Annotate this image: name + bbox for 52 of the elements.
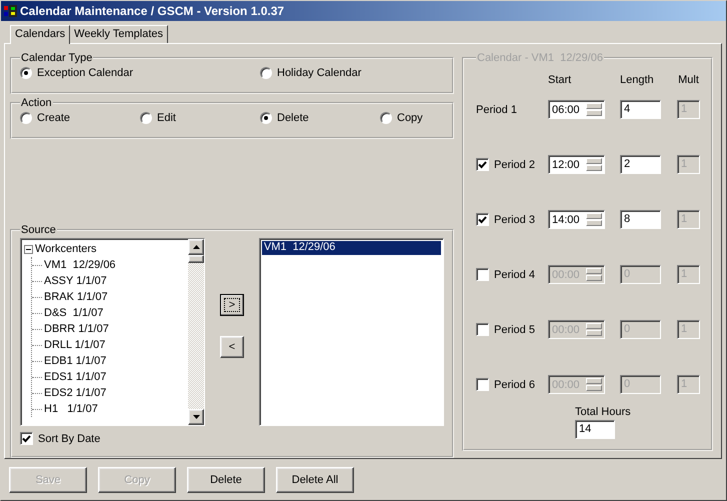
move-button[interactable]: > — [220, 294, 244, 316]
checkbox[interactable] — [20, 432, 33, 445]
window-title: Calendar Maintenance / GSCM - Version 1.0.37 — [20, 4, 284, 18]
action-button[interactable]: Delete All — [276, 466, 354, 492]
app-icon — [4, 5, 18, 17]
total-label: Total Hours — [575, 406, 631, 418]
checkmark-icon — [478, 216, 487, 224]
tree-item[interactable]: EDS1 1/1/07 — [44, 371, 106, 383]
scroll-down-button[interactable] — [188, 409, 204, 425]
checkmark-icon — [22, 434, 31, 442]
column-header: Length — [620, 74, 655, 86]
option-label[interactable]: Holiday Calendar — [277, 67, 362, 79]
option-label[interactable]: Copy — [397, 112, 423, 124]
option-label[interactable]: Exception Calendar — [37, 67, 134, 79]
option-label[interactable]: Edit — [157, 112, 176, 124]
group-label: Action — [20, 97, 53, 109]
up-arrow-icon — [192, 245, 200, 249]
radio-button[interactable] — [20, 112, 32, 124]
checkmark-icon — [478, 160, 487, 168]
collapse-icon[interactable] — [24, 244, 33, 254]
checkbox-label[interactable]: Sort By Date — [38, 432, 100, 444]
tree-item[interactable]: EDB1 1/1/07 — [44, 355, 106, 367]
radio-button[interactable] — [140, 112, 152, 124]
group-label: Calendar Type — [20, 52, 94, 64]
scrollbar[interactable] — [188, 239, 204, 425]
tree-item[interactable]: DBRR 1/1/07 — [44, 323, 109, 335]
tree-item[interactable]: ASSY 1/1/07 — [44, 275, 107, 287]
column-header: Start — [548, 74, 572, 86]
scroll-up-button[interactable] — [188, 239, 204, 255]
action-button[interactable]: Delete — [187, 466, 265, 492]
tree-item[interactable]: VM1 12/29/06 — [44, 259, 116, 271]
tree-item[interactable]: H1 1/1/07 — [44, 403, 98, 415]
radio-button[interactable] — [20, 67, 32, 79]
group-label: Source — [20, 224, 57, 236]
column-header: Mult — [677, 74, 700, 86]
list-item[interactable]: VM1 12/29/06 — [262, 241, 441, 255]
tab[interactable]: Calendars — [10, 25, 70, 44]
tab[interactable]: Weekly Templates — [69, 25, 168, 43]
option-label[interactable]: Delete — [277, 112, 309, 124]
radio-button[interactable] — [260, 112, 272, 124]
option-label[interactable]: Create — [37, 112, 70, 124]
radio-button[interactable] — [380, 112, 392, 124]
down-arrow-icon — [192, 415, 200, 419]
move-button[interactable]: < — [220, 336, 244, 358]
radio-button[interactable] — [260, 67, 272, 79]
tree-item[interactable]: BRAK 1/1/07 — [44, 291, 108, 303]
tree-item[interactable]: DRLL 1/1/07 — [44, 339, 106, 351]
tree-item[interactable]: Workcenters — [35, 243, 97, 255]
period-label: Period 1 — [476, 104, 517, 116]
tree-item[interactable]: EDS2 1/1/07 — [44, 387, 106, 399]
tree-item[interactable]: D&S 1/1/07 — [44, 307, 104, 319]
scroll-thumb[interactable] — [188, 255, 204, 263]
